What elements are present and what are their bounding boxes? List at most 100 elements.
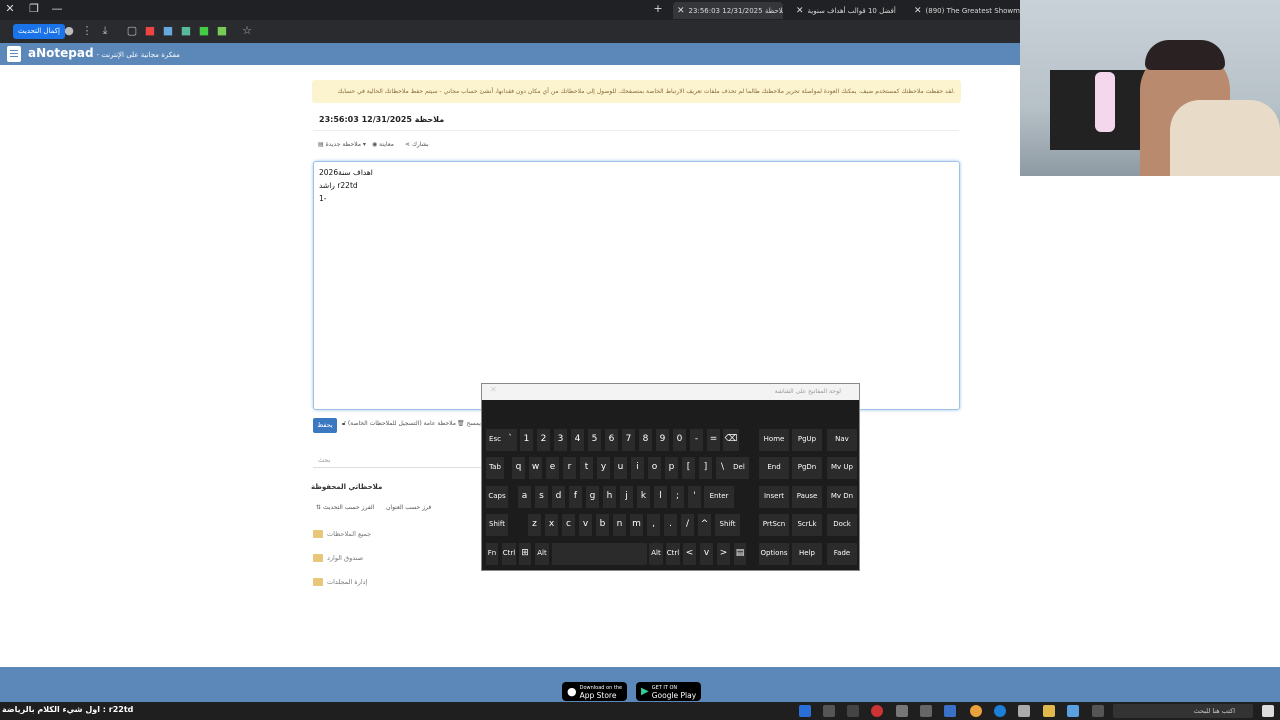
- keyboard-key[interactable]: 9: [656, 429, 669, 451]
- close-icon[interactable]: ✕: [796, 6, 804, 16]
- keyboard-key[interactable]: PgUp: [792, 429, 822, 451]
- keyboard-key[interactable]: q: [512, 457, 525, 479]
- site-logo[interactable]: aNotepad - مفكرة مجانية على الإنترنت: [28, 46, 180, 60]
- keyboard-key[interactable]: ': [688, 486, 701, 508]
- keyboard-key[interactable]: [: [682, 457, 695, 479]
- keyboard-key[interactable]: y: [597, 457, 610, 479]
- keyboard-key[interactable]: u: [614, 457, 627, 479]
- update-button[interactable]: إكمال التحديث: [13, 24, 65, 39]
- edge-icon[interactable]: [994, 705, 1006, 717]
- keyboard-key[interactable]: ⌫: [723, 429, 739, 451]
- bookmark-star-icon[interactable]: ☆: [240, 24, 254, 38]
- folder-inbox[interactable]: صندوق الوارد: [313, 554, 363, 562]
- public-note-option[interactable]: 🔓︎ ملاحظة عامة (التسجيل للملاحظات الخاصة…: [342, 420, 456, 428]
- keyboard-key[interactable]: PgDn: [792, 457, 822, 479]
- keyboard-key[interactable]: .: [664, 514, 677, 536]
- app-store-button[interactable]: ● Download on the App Store: [562, 682, 628, 701]
- settings-icon[interactable]: [896, 705, 908, 717]
- keyboard-key[interactable]: Home: [759, 429, 789, 451]
- keyboard-key[interactable]: 4: [571, 429, 584, 451]
- keyboard-key[interactable]: z: [528, 514, 541, 536]
- keyboard-key[interactable]: >: [717, 543, 730, 565]
- keyboard-key[interactable]: Ctrl: [666, 543, 680, 565]
- close-icon[interactable]: ✕: [490, 385, 497, 394]
- keyboard-key[interactable]: Dock: [827, 514, 857, 536]
- taskbar-search[interactable]: اكتب هنا للبحث: [1113, 704, 1253, 718]
- close-icon[interactable]: ✕: [677, 6, 685, 16]
- keyboard-key[interactable]: ScrLk: [792, 514, 822, 536]
- keyboard-key[interactable]: 5: [588, 429, 601, 451]
- extension-green-icon[interactable]: ■: [179, 24, 193, 38]
- keyboard-key[interactable]: Help: [792, 543, 822, 565]
- keyboard-key[interactable]: a: [518, 486, 531, 508]
- keyboard-key[interactable]: k: [637, 486, 650, 508]
- sort-by-title-link[interactable]: فرز حسب العنوان: [386, 504, 431, 511]
- keyboard-key[interactable]: w: [529, 457, 542, 479]
- new-tab-icon[interactable]: +: [651, 2, 665, 16]
- keyboard-key[interactable]: Insert: [759, 486, 789, 508]
- keyboard-key[interactable]: ]: [699, 457, 712, 479]
- app-icon[interactable]: [823, 705, 835, 717]
- keyboard-key[interactable]: 7: [622, 429, 635, 451]
- app-icon[interactable]: [1067, 705, 1079, 717]
- extension-blue-icon[interactable]: ■: [161, 24, 175, 38]
- keyboard-key[interactable]: f: [569, 486, 582, 508]
- keyboard-key[interactable]: b: [596, 514, 609, 536]
- keyboard-key[interactable]: o: [648, 457, 661, 479]
- keyboard-key[interactable]: ^: [698, 514, 711, 536]
- app-icon[interactable]: [920, 705, 932, 717]
- keyboard-key[interactable]: Alt: [535, 543, 549, 565]
- notes-search-input[interactable]: بحث: [313, 452, 481, 468]
- keyboard-key[interactable]: `: [504, 429, 517, 451]
- share-button[interactable]: ⋖ بشارك: [405, 141, 429, 148]
- keyboard-key[interactable]: s: [535, 486, 548, 508]
- keyboard-key[interactable]: l: [654, 486, 667, 508]
- app-icon[interactable]: [944, 705, 956, 717]
- save-button[interactable]: يحفظ: [313, 418, 337, 433]
- keyboard-key[interactable]: ▤: [734, 543, 746, 565]
- note-editor[interactable]: اهداف سنة2026 راشد r22td 1-: [313, 161, 960, 410]
- tab-note[interactable]: ✕ ملاحظة 12/31/2025 23:56:03: [673, 2, 783, 19]
- keyboard-key[interactable]: 2: [537, 429, 550, 451]
- keyboard-key[interactable]: /: [681, 514, 694, 536]
- keyboard-key[interactable]: -: [690, 429, 703, 451]
- keyboard-key[interactable]: Shift: [486, 514, 508, 536]
- new-note-button[interactable]: ▤ ملاحظة جديدة ▾: [318, 141, 366, 148]
- keyboard-key[interactable]: PrtScn: [759, 514, 789, 536]
- keyboard-key[interactable]: 1: [520, 429, 533, 451]
- keyboard-key[interactable]: Mv Up: [827, 457, 857, 479]
- keyboard-key[interactable]: h: [603, 486, 616, 508]
- keyboard-key[interactable]: j: [620, 486, 633, 508]
- close-icon[interactable]: ✕: [914, 6, 922, 16]
- keyboard-key[interactable]: End: [759, 457, 789, 479]
- keyboard-key[interactable]: Enter: [704, 486, 734, 508]
- keyboard-key[interactable]: Alt: [649, 543, 663, 565]
- keyboard-key[interactable]: Options: [759, 543, 789, 565]
- keyboard-key[interactable]: v: [700, 543, 713, 565]
- keyboard-key[interactable]: ⊞: [519, 543, 531, 565]
- preview-button[interactable]: ◉ معاينة: [372, 141, 394, 148]
- keyboard-key[interactable]: n: [613, 514, 626, 536]
- chrome-icon[interactable]: [970, 705, 982, 717]
- keyboard-key[interactable]: Fade: [827, 543, 857, 565]
- minimize-window-icon[interactable]: —: [50, 2, 64, 16]
- extension-teal-icon[interactable]: ■: [197, 24, 211, 38]
- keyboard-key[interactable]: Nav: [827, 429, 857, 451]
- keyboard-key[interactable]: e: [546, 457, 559, 479]
- keyboard-key[interactable]: p: [665, 457, 678, 479]
- keyboard-key[interactable]: x: [545, 514, 558, 536]
- google-play-button[interactable]: ▶ GET IT ON Google Play: [636, 682, 702, 701]
- extension-red-icon[interactable]: ■: [143, 24, 157, 38]
- keyboard-key[interactable]: c: [562, 514, 575, 536]
- keyboard-key[interactable]: Mv Dn: [827, 486, 857, 508]
- app-icon[interactable]: [847, 705, 859, 717]
- extension-lime-icon[interactable]: ■: [215, 24, 229, 38]
- keyboard-key[interactable]: r: [563, 457, 576, 479]
- keyboard-key[interactable]: =: [707, 429, 720, 451]
- keyboard-key[interactable]: Del: [729, 457, 749, 479]
- keyboard-key[interactable]: Caps: [486, 486, 508, 508]
- download-icon[interactable]: ⤓: [98, 24, 112, 38]
- folder-manage[interactable]: إدارة المجلدات: [313, 578, 367, 586]
- keyboard-key[interactable]: m: [630, 514, 643, 536]
- notepad-logo-icon[interactable]: [7, 46, 21, 62]
